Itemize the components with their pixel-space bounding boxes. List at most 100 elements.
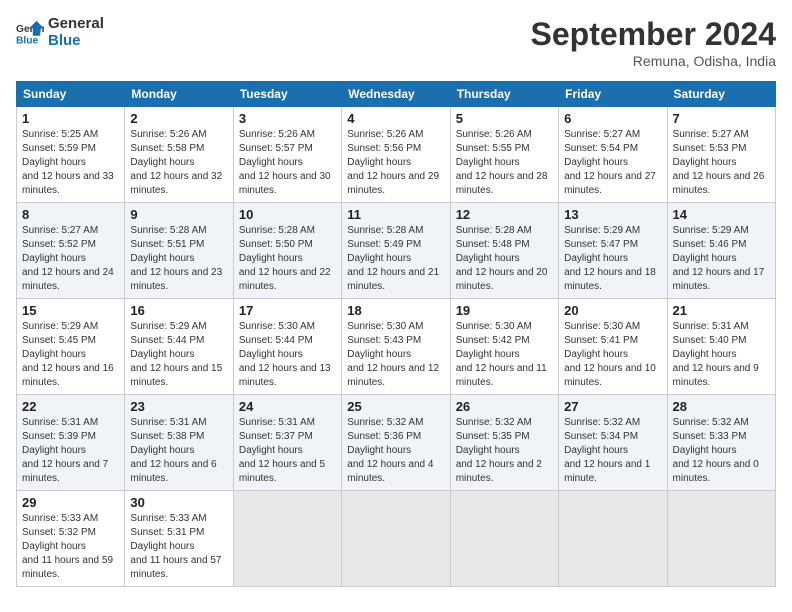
day-info: Sunrise: 5:30 AM Sunset: 5:43 PM Dayligh… [347,320,444,390]
week-row-2: 8 Sunrise: 5:27 AM Sunset: 5:52 PM Dayli… [17,203,776,299]
day-number: 16 [130,303,227,318]
day-23: 23 Sunrise: 5:31 AM Sunset: 5:38 PM Dayl… [125,395,233,491]
day-info: Sunrise: 5:27 AM Sunset: 5:52 PM Dayligh… [22,224,119,294]
day-info: Sunrise: 5:26 AM Sunset: 5:56 PM Dayligh… [347,128,444,198]
empty-day [342,491,450,587]
day-number: 7 [673,111,770,126]
day-number: 21 [673,303,770,318]
day-number: 9 [130,207,227,222]
day-20: 20 Sunrise: 5:30 AM Sunset: 5:41 PM Dayl… [559,299,667,395]
svg-text:Blue: Blue [16,35,39,46]
day-info: Sunrise: 5:31 AM Sunset: 5:40 PM Dayligh… [673,320,770,390]
day-13: 13 Sunrise: 5:29 AM Sunset: 5:47 PM Dayl… [559,203,667,299]
day-15: 15 Sunrise: 5:29 AM Sunset: 5:45 PM Dayl… [17,299,125,395]
calendar-table: Sunday Monday Tuesday Wednesday Thursday… [16,81,776,587]
day-19: 19 Sunrise: 5:30 AM Sunset: 5:42 PM Dayl… [450,299,558,395]
col-wednesday: Wednesday [342,82,450,107]
day-number: 27 [564,399,661,414]
day-12: 12 Sunrise: 5:28 AM Sunset: 5:48 PM Dayl… [450,203,558,299]
day-2: 2 Sunrise: 5:26 AM Sunset: 5:58 PM Dayli… [125,107,233,203]
day-11: 11 Sunrise: 5:28 AM Sunset: 5:49 PM Dayl… [342,203,450,299]
day-9: 9 Sunrise: 5:28 AM Sunset: 5:51 PM Dayli… [125,203,233,299]
day-number: 1 [22,111,119,126]
day-number: 20 [564,303,661,318]
day-number: 3 [239,111,336,126]
week-row-4: 22 Sunrise: 5:31 AM Sunset: 5:39 PM Dayl… [17,395,776,491]
week-row-5: 29 Sunrise: 5:33 AM Sunset: 5:32 PM Dayl… [17,491,776,587]
day-8: 8 Sunrise: 5:27 AM Sunset: 5:52 PM Dayli… [17,203,125,299]
day-6: 6 Sunrise: 5:27 AM Sunset: 5:54 PM Dayli… [559,107,667,203]
logo-text: General Blue [48,16,104,49]
day-10: 10 Sunrise: 5:28 AM Sunset: 5:50 PM Dayl… [233,203,341,299]
logo-icon: General Blue [16,19,44,47]
day-info: Sunrise: 5:32 AM Sunset: 5:35 PM Dayligh… [456,416,553,486]
empty-day [667,491,775,587]
day-info: Sunrise: 5:28 AM Sunset: 5:49 PM Dayligh… [347,224,444,294]
day-info: Sunrise: 5:29 AM Sunset: 5:46 PM Dayligh… [673,224,770,294]
day-number: 14 [673,207,770,222]
month-title: September 2024 [531,16,776,53]
logo: General Blue General Blue [16,16,104,49]
day-number: 11 [347,207,444,222]
day-16: 16 Sunrise: 5:29 AM Sunset: 5:44 PM Dayl… [125,299,233,395]
day-4: 4 Sunrise: 5:26 AM Sunset: 5:56 PM Dayli… [342,107,450,203]
day-info: Sunrise: 5:32 AM Sunset: 5:36 PM Dayligh… [347,416,444,486]
empty-day [450,491,558,587]
day-info: Sunrise: 5:30 AM Sunset: 5:41 PM Dayligh… [564,320,661,390]
day-info: Sunrise: 5:28 AM Sunset: 5:51 PM Dayligh… [130,224,227,294]
day-info: Sunrise: 5:26 AM Sunset: 5:55 PM Dayligh… [456,128,553,198]
day-24: 24 Sunrise: 5:31 AM Sunset: 5:37 PM Dayl… [233,395,341,491]
title-block: September 2024 Remuna, Odisha, India [531,16,776,69]
day-number: 10 [239,207,336,222]
calendar-header-row: Sunday Monday Tuesday Wednesday Thursday… [17,82,776,107]
col-monday: Monday [125,82,233,107]
day-info: Sunrise: 5:26 AM Sunset: 5:57 PM Dayligh… [239,128,336,198]
day-number: 15 [22,303,119,318]
day-info: Sunrise: 5:30 AM Sunset: 5:44 PM Dayligh… [239,320,336,390]
col-saturday: Saturday [667,82,775,107]
day-number: 30 [130,495,227,510]
day-info: Sunrise: 5:27 AM Sunset: 5:53 PM Dayligh… [673,128,770,198]
day-info: Sunrise: 5:33 AM Sunset: 5:31 PM Dayligh… [130,512,227,582]
day-info: Sunrise: 5:31 AM Sunset: 5:37 PM Dayligh… [239,416,336,486]
day-info: Sunrise: 5:33 AM Sunset: 5:32 PM Dayligh… [22,512,119,582]
day-29: 29 Sunrise: 5:33 AM Sunset: 5:32 PM Dayl… [17,491,125,587]
day-18: 18 Sunrise: 5:30 AM Sunset: 5:43 PM Dayl… [342,299,450,395]
day-27: 27 Sunrise: 5:32 AM Sunset: 5:34 PM Dayl… [559,395,667,491]
day-number: 4 [347,111,444,126]
day-22: 22 Sunrise: 5:31 AM Sunset: 5:39 PM Dayl… [17,395,125,491]
day-number: 25 [347,399,444,414]
day-number: 2 [130,111,227,126]
day-number: 23 [130,399,227,414]
day-number: 12 [456,207,553,222]
empty-day [559,491,667,587]
day-25: 25 Sunrise: 5:32 AM Sunset: 5:36 PM Dayl… [342,395,450,491]
day-number: 26 [456,399,553,414]
day-number: 5 [456,111,553,126]
day-info: Sunrise: 5:27 AM Sunset: 5:54 PM Dayligh… [564,128,661,198]
day-info: Sunrise: 5:25 AM Sunset: 5:59 PM Dayligh… [22,128,119,198]
day-info: Sunrise: 5:28 AM Sunset: 5:48 PM Dayligh… [456,224,553,294]
day-info: Sunrise: 5:29 AM Sunset: 5:44 PM Dayligh… [130,320,227,390]
day-5: 5 Sunrise: 5:26 AM Sunset: 5:55 PM Dayli… [450,107,558,203]
week-row-3: 15 Sunrise: 5:29 AM Sunset: 5:45 PM Dayl… [17,299,776,395]
day-number: 8 [22,207,119,222]
day-info: Sunrise: 5:30 AM Sunset: 5:42 PM Dayligh… [456,320,553,390]
day-number: 19 [456,303,553,318]
day-info: Sunrise: 5:31 AM Sunset: 5:39 PM Dayligh… [22,416,119,486]
day-21: 21 Sunrise: 5:31 AM Sunset: 5:40 PM Dayl… [667,299,775,395]
day-17: 17 Sunrise: 5:30 AM Sunset: 5:44 PM Dayl… [233,299,341,395]
day-30: 30 Sunrise: 5:33 AM Sunset: 5:31 PM Dayl… [125,491,233,587]
day-number: 6 [564,111,661,126]
col-tuesday: Tuesday [233,82,341,107]
day-26: 26 Sunrise: 5:32 AM Sunset: 5:35 PM Dayl… [450,395,558,491]
day-number: 29 [22,495,119,510]
location: Remuna, Odisha, India [531,53,776,69]
day-number: 22 [22,399,119,414]
page-header: General Blue General Blue September 2024… [16,16,776,69]
day-number: 17 [239,303,336,318]
day-1: 1 Sunrise: 5:25 AM Sunset: 5:59 PM Dayli… [17,107,125,203]
week-row-1: 1 Sunrise: 5:25 AM Sunset: 5:59 PM Dayli… [17,107,776,203]
day-info: Sunrise: 5:31 AM Sunset: 5:38 PM Dayligh… [130,416,227,486]
day-info: Sunrise: 5:29 AM Sunset: 5:45 PM Dayligh… [22,320,119,390]
